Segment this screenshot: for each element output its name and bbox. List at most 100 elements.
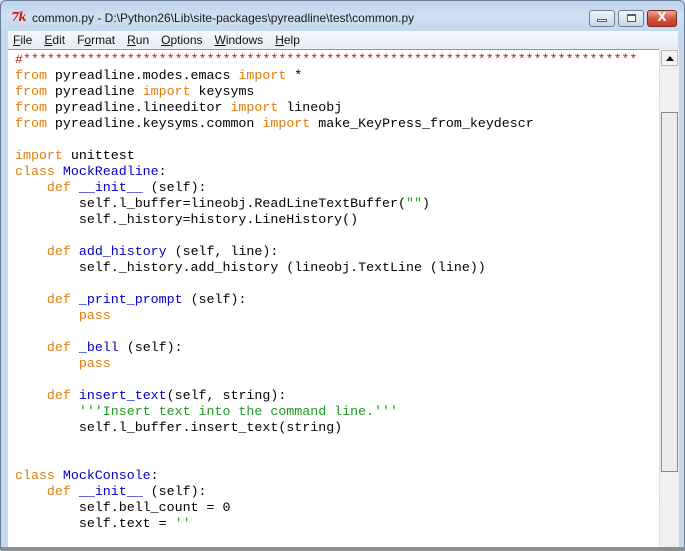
token-def: _bell [78,340,119,355]
token-kw: def [46,292,71,307]
token-text: keysyms [190,84,255,99]
token-text: self.text = [15,516,175,531]
code-line: def __init__ (self): [15,484,637,500]
token-kw: def [46,340,71,355]
token-def: add_history [78,244,167,259]
window-bottom-edge [1,547,685,551]
token-text: self._history.add_history (lineobj.TextL… [15,260,486,275]
menu-format[interactable]: Format [77,31,115,49]
menu-options[interactable]: Options [161,31,202,49]
token-def: __init__ [78,484,143,499]
token-kw: from [15,68,47,83]
code-line: from pyreadline.keysyms.common import ma… [15,116,637,132]
title-bar[interactable]: 7k common.py - D:\Python26\Lib\site-pack… [1,1,684,31]
token-text: unittest [62,148,135,163]
vertical-scrollbar[interactable] [659,49,679,547]
token-text: make_KeyPress_from_keydescr [310,116,534,131]
code-line: self.text = '' [15,516,637,532]
menu-file[interactable]: File [13,31,32,49]
token-kw: import [262,116,311,131]
scroll-up-button[interactable] [661,50,678,66]
code-line: self._history=history.LineHistory() [15,212,637,228]
token-text: self.bell_count = 0 [15,500,231,515]
code-line: self.l_buffer=lineobj.ReadLineTextBuffer… [15,196,637,212]
code-line: #***************************************… [15,52,637,68]
token-kw: def [46,388,71,403]
token-kw: def [46,484,71,499]
maximize-icon [627,14,636,22]
code-line: def add_history (self, line): [15,244,637,260]
token-kw: from [15,84,47,99]
token-text: (self, line): [166,244,279,259]
token-cmt: #***************************************… [15,52,638,67]
menu-windows[interactable]: Windows [215,31,264,49]
code-line: pass [15,356,637,372]
code-line: def _bell (self): [15,340,637,356]
token-kw: from [15,100,47,115]
token-str: "" [406,196,422,211]
close-icon: X [657,10,667,24]
menu-edit[interactable]: Edit [44,31,65,49]
minimize-button[interactable] [589,10,615,27]
token-text: lineobj [278,100,343,115]
token-text: (self): [142,484,207,499]
code-line: def insert_text(self, string): [15,388,637,404]
token-kw: pass [78,356,111,371]
code-line: def __init__ (self): [15,180,637,196]
token-str: '''Insert text into the command line.''' [78,404,399,419]
token-text: self._history=history.LineHistory() [15,212,359,227]
code-line: class MockReadline: [15,164,637,180]
token-def: MockReadline [62,164,159,179]
token-text: : [158,164,167,179]
close-button[interactable]: X [647,10,677,27]
maximize-button[interactable] [618,10,644,27]
menu-help[interactable]: Help [275,31,300,49]
tk-feather-icon: 7k [11,10,27,24]
token-text: pyreadline.modes.emacs [46,68,239,83]
code-editor[interactable]: #***************************************… [8,49,659,548]
token-kw: import [230,100,279,115]
token-text: pyreadline [46,84,143,99]
code-text[interactable]: #***************************************… [15,52,637,532]
token-text: (self): [118,340,183,355]
code-line: pass [15,308,637,324]
token-text: self.l_buffer.insert_text(string) [15,420,343,435]
scroll-up-arrow-icon [666,56,674,61]
code-line: '''Insert text into the command line.''' [15,404,637,420]
token-def: insert_text [78,388,167,403]
menu-run[interactable]: Run [127,31,149,49]
token-kw: import [142,84,191,99]
scrollbar-thumb[interactable] [661,112,678,472]
token-kw: def [46,244,71,259]
token-text: pyreadline.keysyms.common [46,116,263,131]
code-line: self.bell_count = 0 [15,500,637,516]
token-text: : [150,468,159,483]
token-text: * [286,68,303,83]
minimize-icon [597,19,607,22]
token-kw: import [15,148,63,163]
token-text: ) [421,196,430,211]
code-line: self.l_buffer.insert_text(string) [15,420,637,436]
code-line: class MockConsole: [15,468,637,484]
